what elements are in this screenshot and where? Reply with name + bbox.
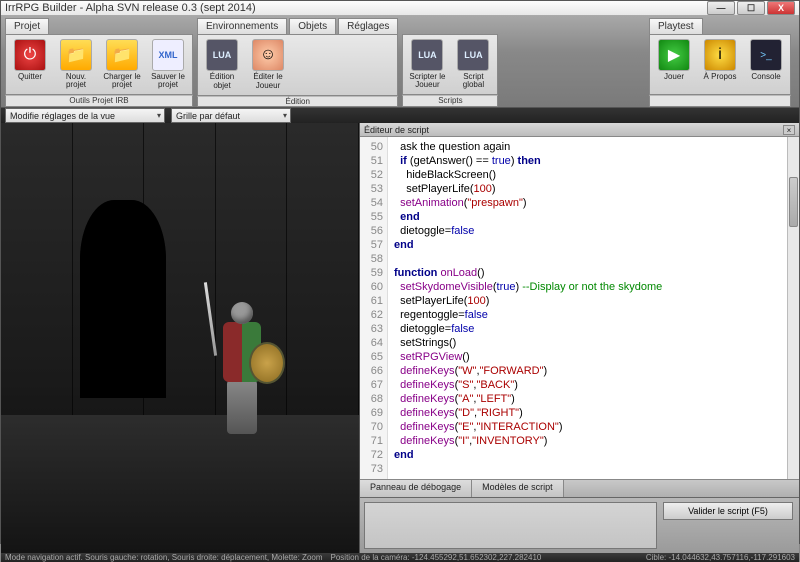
playtest-btn-2[interactable]: >_Console	[746, 39, 786, 90]
projet-btn-icon-0: ⏻	[14, 39, 46, 71]
line-gutter: 50 51 52 53 54 55 56 57 58 59 60 61 62 6…	[360, 137, 388, 479]
ribbon: Projet ⏻Quitter📁Nouv. projet📁Charger le …	[1, 16, 799, 108]
validate-script-button[interactable]: Valider le script (F5)	[663, 502, 793, 520]
tab-playtest[interactable]: Playtest	[649, 18, 703, 34]
ribbon-group-projet: Projet ⏻Quitter📁Nouv. projet📁Charger le …	[5, 18, 193, 107]
app-window: IrrRPG Builder - Alpha SVN release 0.3 (…	[0, 0, 800, 544]
edition-btn-1[interactable]: ☺Éditer le Joueur	[248, 39, 288, 91]
status-target: Cible: -14.044632,43.757116,-117.291603	[646, 553, 795, 562]
tab-env-2[interactable]: Réglages	[338, 18, 398, 34]
player-character	[201, 286, 281, 466]
minimize-button[interactable]: —	[707, 1, 735, 15]
maximize-button[interactable]: ☐	[737, 1, 765, 15]
playtest-btn-0[interactable]: ▶Jouer	[654, 39, 694, 90]
projet-btn-3[interactable]: XMLSauver le projet	[148, 39, 188, 91]
edition-btn-0[interactable]: LUAÉdition objet	[202, 39, 242, 91]
tab-env-0[interactable]: Environnements	[197, 18, 287, 34]
titlebar: IrrRPG Builder - Alpha SVN release 0.3 (…	[1, 1, 799, 16]
edition-btn-icon-0: LUA	[206, 39, 238, 71]
projet-btn-icon-1: 📁	[60, 39, 92, 71]
scripts-btn-1[interactable]: LUAScript global	[453, 39, 493, 91]
scripts-btn-icon-1: LUA	[457, 39, 489, 71]
code-area[interactable]: 50 51 52 53 54 55 56 57 58 59 60 61 62 6…	[360, 137, 799, 479]
status-bar: Mode navigation actif. Souris gauche: ro…	[1, 553, 799, 562]
ribbon-footer-projet: Outils Projet IRB	[5, 95, 193, 107]
playtest-btn-1[interactable]: iÀ Propos	[700, 39, 740, 90]
editor-title: Éditeur de script	[364, 125, 429, 135]
code-content[interactable]: ask the question again if (getAnswer() =…	[388, 137, 787, 479]
editor-tab-0[interactable]: Panneau de débogage	[360, 480, 472, 497]
view-settings-dropdown[interactable]: Modifie réglages de la vue	[5, 108, 165, 123]
projet-btn-icon-2: 📁	[106, 39, 138, 71]
main-area: Éditeur de script × 50 51 52 53 54 55 56…	[1, 123, 799, 553]
scripts-btn-icon-0: LUA	[411, 39, 443, 71]
debug-console[interactable]	[364, 502, 657, 549]
vertical-scrollbar[interactable]	[787, 137, 799, 479]
editor-close-icon[interactable]: ×	[783, 125, 795, 135]
status-nav-hint: Mode navigation actif. Souris gauche: ro…	[5, 553, 323, 562]
tab-env-1[interactable]: Objets	[289, 18, 336, 34]
status-camera-pos: Position de la caméra: -124.455292,51.65…	[331, 553, 542, 562]
ribbon-group-edition: EnvironnementsObjetsRéglages LUAÉdition …	[197, 18, 398, 107]
3d-viewport[interactable]	[1, 123, 359, 553]
playtest-btn-icon-0: ▶	[658, 39, 690, 71]
edition-btn-icon-1: ☺	[252, 39, 284, 71]
window-title: IrrRPG Builder - Alpha SVN release 0.3 (…	[5, 2, 256, 14]
ribbon-group-scripts: LUAScripter le JoueurLUAScript global Sc…	[402, 18, 498, 107]
scrollbar-thumb[interactable]	[789, 177, 798, 227]
grid-dropdown[interactable]: Grille par défaut	[171, 108, 291, 123]
close-button[interactable]: X	[767, 1, 795, 15]
dropdown-bar: Modifie réglages de la vue Grille par dé…	[1, 108, 799, 123]
editor-bottom-tabs: Panneau de débogageModèles de script	[360, 479, 799, 497]
projet-btn-2[interactable]: 📁Charger le projet	[102, 39, 142, 91]
playtest-btn-icon-1: i	[704, 39, 736, 71]
ribbon-footer-scripts: Scripts	[402, 95, 498, 107]
ribbon-footer-edition: Édition	[197, 96, 398, 107]
editor-tab-1[interactable]: Modèles de script	[472, 480, 564, 497]
tab-projet[interactable]: Projet	[5, 18, 49, 34]
ribbon-group-playtest: Playtest ▶JoueriÀ Propos>_Console	[649, 18, 791, 107]
projet-btn-icon-3: XML	[152, 39, 184, 71]
playtest-btn-icon-2: >_	[750, 39, 782, 71]
script-editor-panel: Éditeur de script × 50 51 52 53 54 55 56…	[359, 123, 799, 553]
projet-btn-1[interactable]: 📁Nouv. projet	[56, 39, 96, 91]
scripts-btn-0[interactable]: LUAScripter le Joueur	[407, 39, 447, 91]
projet-btn-0[interactable]: ⏻Quitter	[10, 39, 50, 91]
